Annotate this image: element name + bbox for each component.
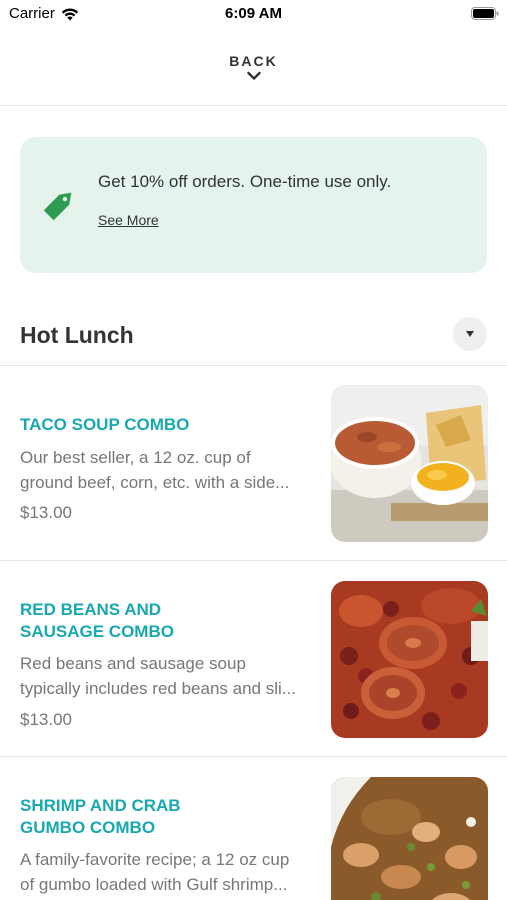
item-description: Red beans and sausage soup typically inc…	[20, 651, 315, 701]
red-beans-photo	[331, 581, 488, 738]
item-name: RED BEANS AND SAUSAGE COMBO	[20, 600, 174, 641]
item-price: $13.00	[20, 503, 72, 522]
status-bar: Carrier 6:09 AM	[0, 0, 507, 28]
menu-item[interactable]: TACO SOUP COMBO Our best seller, a 12 oz…	[0, 366, 507, 561]
item-photo	[331, 777, 488, 900]
item-photo	[331, 581, 488, 738]
item-price: $13.00	[20, 710, 72, 729]
section-header: Hot Lunch	[0, 303, 507, 366]
promo-banner: Get 10% off orders. One-time use only. S…	[20, 137, 487, 273]
collapse-section-button[interactable]	[453, 317, 487, 351]
item-name: SHRIMP AND CRAB GUMBO COMBO	[20, 796, 181, 837]
gumbo-photo	[331, 777, 488, 900]
section-title: Hot Lunch	[20, 322, 134, 348]
back-label: BACK	[229, 53, 278, 69]
item-description-line: Our best seller, a 12 oz. cup of	[20, 448, 251, 467]
taco-soup-photo	[331, 385, 488, 542]
item-description-line: typically includes red beans and sli...	[20, 679, 296, 698]
menu-item[interactable]: RED BEANS AND SAUSAGE COMBO Red beans an…	[0, 561, 507, 757]
status-time: 6:09 AM	[225, 5, 282, 22]
item-description: Our best seller, a 12 oz. cup of ground …	[20, 445, 315, 495]
item-photo	[331, 385, 488, 542]
caret-down-icon	[466, 331, 474, 337]
chevron-down-icon	[246, 71, 261, 80]
menu-item[interactable]: SHRIMP AND CRAB GUMBO COMBO A family-fav…	[0, 757, 507, 900]
battery-icon	[471, 7, 499, 20]
see-more-link[interactable]: See More	[98, 212, 159, 228]
item-description-line: ground beef, corn, etc. with a side...	[20, 473, 290, 492]
price-tag-icon	[43, 192, 72, 221]
item-description: A family-favorite recipe; a 12 oz cup of…	[20, 847, 315, 897]
item-description-line: of gumbo loaded with Gulf shrimp...	[20, 875, 288, 894]
item-name: TACO SOUP COMBO	[20, 415, 190, 434]
item-description-line: Red beans and sausage soup	[20, 654, 246, 673]
promo-text: Get 10% off orders. One-time use only.	[98, 172, 392, 191]
item-description-line: A family-favorite recipe; a 12 oz cup	[20, 850, 290, 869]
back-button[interactable]: BACK	[0, 40, 507, 106]
